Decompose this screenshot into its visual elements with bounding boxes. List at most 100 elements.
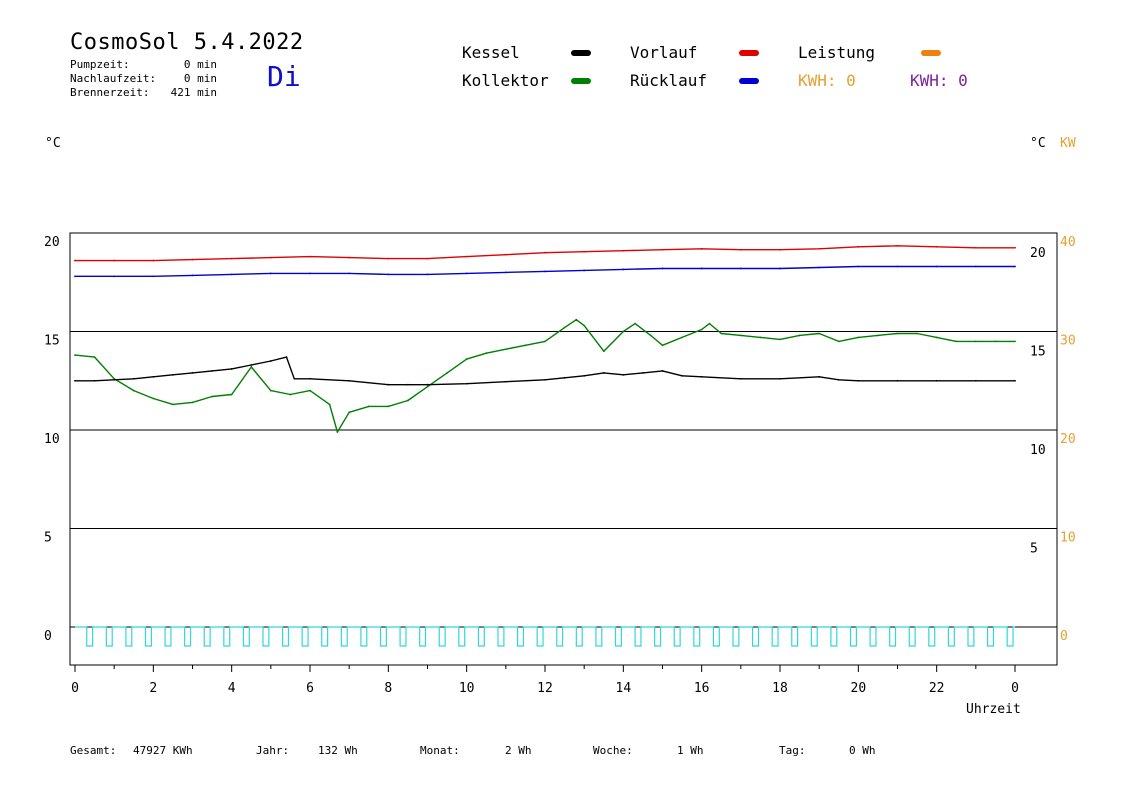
series-1-point-0 bbox=[74, 275, 76, 278]
series-3-point-10 bbox=[269, 360, 272, 362]
series-2-point-50 bbox=[974, 340, 977, 343]
series-2-point-8 bbox=[230, 393, 233, 396]
series-3-point-24 bbox=[622, 373, 625, 376]
series-2-point-7 bbox=[211, 395, 213, 398]
series-1-point-2 bbox=[152, 275, 155, 278]
x-tick-label-5: 10 bbox=[459, 681, 475, 696]
x-tick-label-7: 14 bbox=[616, 681, 632, 696]
series-2-point-34 bbox=[681, 336, 683, 339]
series-2-point-6 bbox=[191, 401, 194, 404]
series-0-point-11 bbox=[504, 253, 507, 256]
series-0-point-3 bbox=[191, 258, 194, 261]
series-3-point-3 bbox=[132, 377, 135, 380]
series-2-point-48 bbox=[935, 336, 938, 339]
y-tick-right-5: 5 bbox=[1030, 542, 1038, 557]
series-0-point-17 bbox=[739, 248, 742, 251]
series-3-point-20 bbox=[544, 378, 546, 381]
series-1-point-18 bbox=[779, 267, 781, 270]
y-tick-left-0: 0 bbox=[44, 629, 52, 644]
series-2-point-22 bbox=[485, 352, 488, 355]
series-2-point-49 bbox=[955, 340, 958, 343]
series-pump-line bbox=[75, 626, 1015, 647]
series-1-point-12 bbox=[544, 270, 546, 273]
series-3-point-30 bbox=[779, 377, 781, 380]
series-2-point-19 bbox=[426, 385, 429, 388]
series-0-point-23 bbox=[974, 246, 977, 249]
y-tick-right-10: 10 bbox=[1030, 443, 1046, 458]
series-2-point-40 bbox=[779, 338, 781, 341]
y-tick-right-15: 15 bbox=[1030, 345, 1046, 360]
series-3-point-5 bbox=[172, 373, 174, 376]
footer-woche-label: Woche: bbox=[593, 744, 633, 757]
series-1-point-17 bbox=[739, 267, 742, 270]
series-3-point-31 bbox=[818, 375, 821, 378]
series-3-point-0 bbox=[74, 379, 76, 382]
series-3-point-23 bbox=[602, 371, 605, 374]
series-1-point-24 bbox=[1014, 265, 1016, 268]
series-2-point-27 bbox=[575, 318, 578, 321]
series-3-point-19 bbox=[504, 380, 507, 383]
series-0-point-10 bbox=[465, 255, 468, 258]
series-3-point-22 bbox=[583, 374, 586, 377]
series-1-point-23 bbox=[974, 265, 977, 268]
series-1-point-10 bbox=[465, 272, 468, 275]
series-3-point-35 bbox=[935, 379, 938, 382]
series-2-point-47 bbox=[916, 332, 918, 335]
x-tick-label-10: 20 bbox=[851, 681, 867, 696]
series-3-point-36 bbox=[974, 379, 977, 382]
series-2-point-15 bbox=[348, 411, 351, 414]
series-kollektor-line bbox=[74, 319, 1015, 433]
series-3-point-32 bbox=[837, 378, 840, 381]
series-2-point-9 bbox=[250, 366, 253, 368]
series-1-point-16 bbox=[700, 267, 703, 270]
series-3-point-8 bbox=[230, 368, 233, 370]
x-tick-label-9: 18 bbox=[772, 681, 788, 696]
series-3-point-7 bbox=[211, 370, 213, 372]
plot-frame bbox=[69, 232, 1058, 666]
series-1-point-4 bbox=[230, 273, 233, 276]
temperature-chart: 20 15 10 5 0 20 15 10 5 40 30 20 10 0 0 2 4 6 8 10 12 14 16 18 2… bbox=[44, 232, 1076, 696]
series-2-point-45 bbox=[877, 334, 879, 337]
footer-gesamt-value: 47927 KWh bbox=[133, 744, 193, 757]
series-2-point-25 bbox=[544, 340, 546, 343]
series-3-point-34 bbox=[896, 379, 899, 382]
series-2-point-1 bbox=[93, 356, 96, 359]
series-3-point-29 bbox=[739, 377, 742, 380]
series-2-point-29 bbox=[602, 350, 605, 353]
series-3-point-9 bbox=[250, 364, 253, 366]
series-0-point-19 bbox=[818, 247, 821, 250]
x-tick-label-12: 0 bbox=[1011, 681, 1019, 696]
y-tick-left-10: 10 bbox=[44, 432, 60, 447]
series-0-point-18 bbox=[779, 248, 781, 251]
series-2-point-3 bbox=[132, 389, 135, 392]
series-2-point-43 bbox=[837, 340, 840, 343]
series-3-point-12 bbox=[293, 377, 296, 380]
footer-monat-value: 2 Wh bbox=[505, 744, 532, 757]
series-1-point-7 bbox=[348, 272, 351, 275]
y-tick-left-5: 5 bbox=[44, 531, 52, 546]
series-3-point-27 bbox=[681, 374, 683, 377]
series-1-point-14 bbox=[622, 268, 625, 271]
series-1-point-19 bbox=[818, 266, 821, 269]
series-2-point-17 bbox=[387, 405, 390, 408]
series-3-point-13 bbox=[309, 377, 311, 380]
series-0-point-5 bbox=[269, 256, 272, 259]
series-2-point-36 bbox=[708, 322, 711, 325]
series-2-point-52 bbox=[1014, 340, 1016, 343]
series-3-point-2 bbox=[113, 378, 116, 381]
series-0-point-22 bbox=[935, 245, 938, 248]
series-0-point-8 bbox=[387, 257, 390, 260]
series-2-point-5 bbox=[172, 403, 174, 406]
series-0-point-7 bbox=[348, 256, 351, 259]
series-2-point-11 bbox=[289, 393, 292, 396]
footer-jahr-label: Jahr: bbox=[256, 744, 290, 757]
series-2-point-13 bbox=[328, 403, 331, 406]
series-2-point-21 bbox=[465, 358, 468, 360]
series-2-point-28 bbox=[583, 324, 586, 327]
series-1-point-13 bbox=[583, 269, 586, 272]
series-0-point-4 bbox=[230, 257, 233, 260]
series-0-point-15 bbox=[661, 248, 664, 251]
series-0-point-24 bbox=[1014, 246, 1016, 249]
x-tick-label-3: 6 bbox=[306, 681, 314, 696]
series-2-point-38 bbox=[739, 334, 742, 337]
